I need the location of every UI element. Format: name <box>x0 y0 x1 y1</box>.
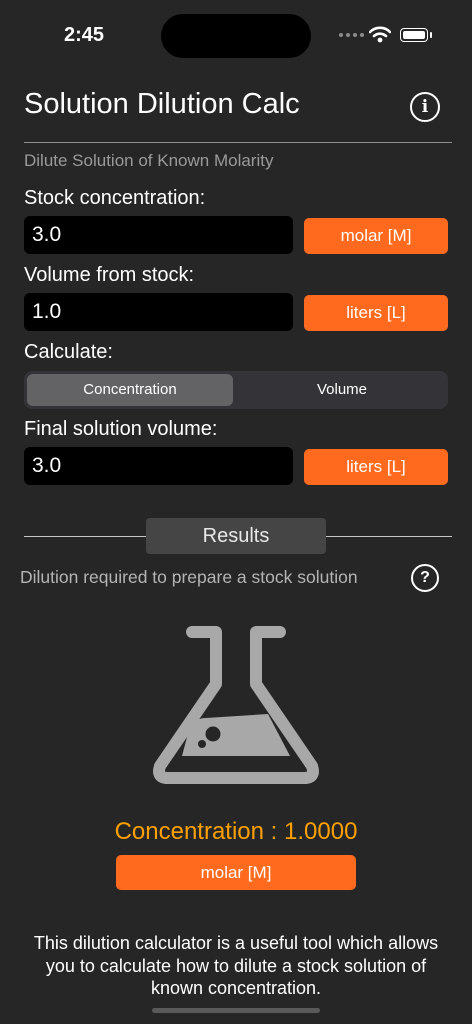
stock-concentration-label: Stock concentration: <box>24 187 206 209</box>
segment-concentration[interactable]: Concentration <box>27 374 233 406</box>
result-unit-button[interactable]: molar [M] <box>116 855 356 890</box>
results-description: Dilution required to prepare a stock sol… <box>20 567 358 587</box>
question-icon[interactable]: ? <box>411 564 439 592</box>
form-subtitle: Dilute Solution of Known Molarity <box>24 151 274 170</box>
stock-concentration-unit-button[interactable]: molar [M] <box>304 218 448 254</box>
calculate-segmented-control: Concentration Volume <box>24 371 448 409</box>
volume-from-stock-label: Volume from stock: <box>24 264 195 286</box>
home-indicator[interactable] <box>152 1008 320 1013</box>
result-value: Concentration : 1.0000 <box>114 818 358 845</box>
footer-description: This dilution calculator is a useful too… <box>33 933 439 998</box>
segment-volume[interactable]: Volume <box>239 374 445 406</box>
results-divider-right <box>326 536 452 537</box>
calculate-label: Calculate: <box>24 341 113 363</box>
header-divider <box>24 142 452 143</box>
battery-icon <box>400 28 432 42</box>
results-divider-left <box>24 536 146 537</box>
results-header: Results <box>146 518 326 554</box>
status-time: 2:45 <box>64 24 105 46</box>
final-volume-label: Final solution volume: <box>24 418 218 440</box>
wifi-icon <box>369 26 391 43</box>
final-volume-unit-button[interactable]: liters [L] <box>304 449 448 485</box>
info-icon[interactable]: i <box>410 92 440 122</box>
stock-concentration-field[interactable]: 3.0 <box>24 216 293 254</box>
flask-icon <box>153 626 319 784</box>
volume-from-stock-unit-button[interactable]: liters [L] <box>304 295 448 331</box>
cellular-signal-icon <box>339 33 364 37</box>
page-title: Solution Dilution Calc <box>24 88 300 120</box>
dynamic-island <box>161 14 311 58</box>
volume-from-stock-field[interactable]: 1.0 <box>24 293 293 331</box>
final-volume-field[interactable]: 3.0 <box>24 447 293 485</box>
